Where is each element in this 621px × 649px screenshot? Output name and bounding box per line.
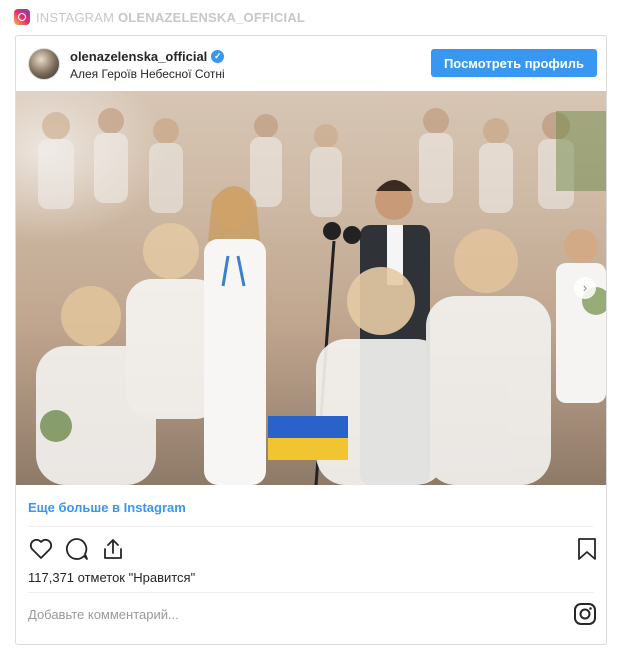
comment-input[interactable]: Добавьте комментарий... [28, 607, 179, 622]
verified-badge-icon: ✓ [211, 50, 225, 63]
view-profile-button[interactable]: Посмотреть профиль [431, 49, 597, 77]
action-bar [28, 536, 596, 564]
location[interactable]: Алея Героїв Небесної Сотні [70, 67, 225, 81]
instagram-embed-card: olenazelenska_official ✓ Алея Героїв Неб… [15, 35, 607, 645]
instagram-icon[interactable] [573, 602, 597, 626]
bookmark-icon[interactable] [574, 536, 600, 562]
post-photo[interactable]: › [16, 91, 606, 485]
post-header: olenazelenska_official ✓ Алея Героїв Неб… [16, 36, 606, 91]
divider [28, 526, 594, 527]
more-on-instagram-link[interactable]: Еще больше в Instagram [28, 500, 186, 515]
username[interactable]: olenazelenska_official [70, 49, 207, 64]
instagram-icon [14, 9, 30, 25]
heart-icon[interactable] [28, 536, 54, 562]
username-row: olenazelenska_official ✓ [70, 49, 225, 64]
avatar[interactable] [28, 48, 60, 80]
embed-header-text: INSTAGRAM OLENAZELENSKA_OFFICIAL [36, 10, 305, 25]
chevron-right-icon[interactable]: › [574, 277, 596, 299]
comment-icon[interactable] [64, 536, 90, 562]
divider [28, 592, 594, 593]
embed-header-account[interactable]: OLENAZELENSKA_OFFICIAL [118, 10, 305, 25]
embed-header-prefix: INSTAGRAM [36, 9, 115, 25]
likes-count[interactable]: 117,371 отметок "Нравится" [28, 570, 195, 585]
share-icon[interactable] [100, 536, 126, 562]
embed-header: INSTAGRAM OLENAZELENSKA_OFFICIAL [14, 9, 305, 25]
photo-illustration [36, 108, 606, 485]
